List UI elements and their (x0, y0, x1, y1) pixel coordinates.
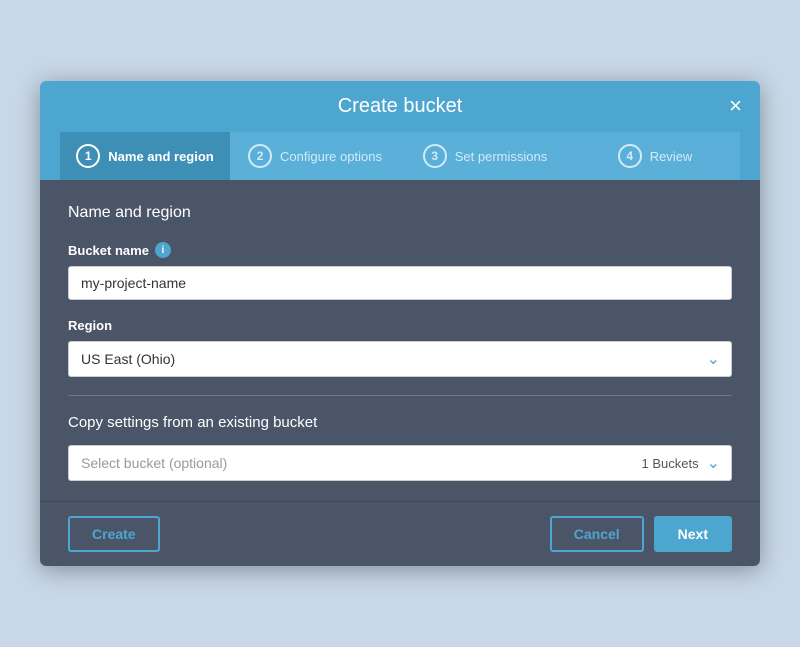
step-1[interactable]: 1 Name and region (60, 132, 230, 180)
step-2-label: Configure options (280, 149, 382, 164)
step-4[interactable]: 4 Review (570, 132, 740, 180)
bucket-name-field-group: Bucket name i (68, 242, 732, 300)
bucket-name-info-icon[interactable]: i (155, 242, 171, 258)
footer-right-buttons: Cancel Next (550, 516, 732, 552)
next-button[interactable]: Next (654, 516, 732, 552)
modal-title: Create bucket (338, 95, 463, 118)
step-3-label: Set permissions (455, 149, 547, 164)
step-4-label: Review (650, 149, 693, 164)
bucket-name-label: Bucket name i (68, 242, 732, 258)
modal-header: Create bucket × 1 Name and region 2 Conf… (40, 81, 760, 180)
step-3[interactable]: 3 Set permissions (400, 132, 570, 180)
copy-settings-title: Copy settings from an existing bucket (68, 414, 732, 431)
region-label: Region (68, 318, 732, 333)
step-4-number: 4 (618, 144, 642, 168)
cancel-button[interactable]: Cancel (550, 516, 644, 552)
step-1-number: 1 (76, 144, 100, 168)
step-1-label: Name and region (108, 149, 213, 164)
region-select-wrapper: US East (Ohio) US East (N. Virginia) US … (68, 341, 732, 377)
section-divider (68, 395, 732, 396)
modal-body: Name and region Bucket name i Region US … (40, 180, 760, 501)
bucket-name-input[interactable] (68, 266, 732, 300)
steps-bar: 1 Name and region 2 Configure options 3 … (60, 132, 740, 180)
step-2[interactable]: 2 Configure options (230, 132, 400, 180)
create-button[interactable]: Create (68, 516, 160, 552)
close-button[interactable]: × (729, 95, 742, 117)
copy-settings-select-wrapper: Select bucket (optional) 1 Buckets ⌄ (68, 445, 732, 481)
region-field-group: Region US East (Ohio) US East (N. Virgin… (68, 318, 732, 377)
modal-footer: Create Cancel Next (40, 501, 760, 566)
region-select[interactable]: US East (Ohio) US East (N. Virginia) US … (68, 341, 732, 377)
copy-settings-select[interactable]: Select bucket (optional) (68, 445, 732, 481)
body-section-title: Name and region (68, 204, 732, 222)
create-bucket-modal: Create bucket × 1 Name and region 2 Conf… (40, 81, 760, 566)
step-3-number: 3 (423, 144, 447, 168)
step-2-number: 2 (248, 144, 272, 168)
